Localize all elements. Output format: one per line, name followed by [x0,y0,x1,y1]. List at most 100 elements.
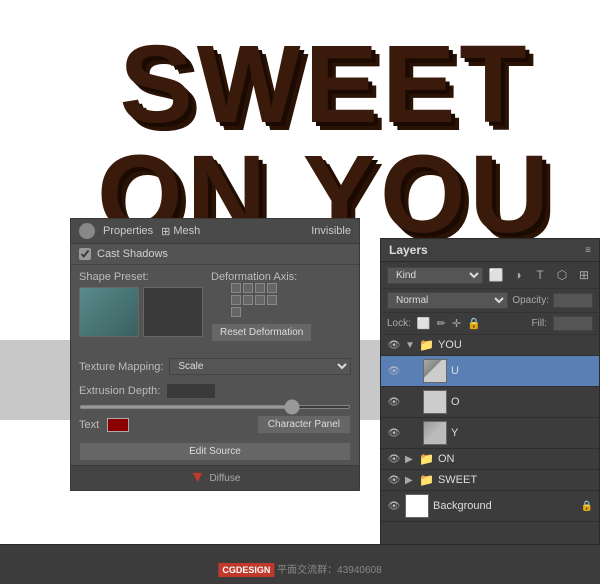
collapsed-arrow-icon[interactable]: ▶ [405,454,415,465]
layer-name: SWEET [438,474,593,486]
deform-dot [255,283,265,293]
eye-icon[interactable]: 👁 [387,499,401,513]
layers-filter-pixel-btn[interactable]: ⬜ [487,266,505,284]
shape-preview [80,288,138,336]
layer-y[interactable]: 👁 Y [381,418,599,449]
extrusion-depth-slider[interactable] [79,405,351,409]
shape-preset-box[interactable] [79,287,139,337]
layer-background[interactable]: 👁 Background 🔒 [381,491,599,522]
layer-name: Y [451,427,593,439]
shape-preset-label: Shape Preset: [79,271,203,283]
texture-mapping-row: Texture Mapping: Scale [71,354,359,379]
deform-dot [243,295,253,305]
layers-filter-type-btn[interactable]: T [531,266,549,284]
layer-name: O [451,396,593,408]
deform-dot [243,283,253,293]
layer-y-thumbnail [423,421,447,445]
layer-u-thumbnail [423,359,447,383]
texture-mapping-label: Texture Mapping: [79,361,163,373]
lock-brush-icon[interactable]: ✏ [437,317,446,330]
text-row: Text Character Panel [71,411,359,438]
deform-dot [231,295,241,305]
properties-bottom-bar: ▼ Diffuse [71,465,359,490]
layer-on-group[interactable]: 👁 ▶ 📁 ON [381,449,599,470]
diffuse-label: Diffuse [209,473,240,484]
opacity-label: Opacity: [512,295,549,306]
collapsed-arrow-icon[interactable]: ▶ [405,475,415,486]
expand-arrow-icon[interactable]: ▼ [405,340,415,351]
deformation-axis-label: Deformation Axis: [211,271,312,283]
layers-lock-row: Lock: ⬜ ✏ ✛ 🔒 Fill: 100% [381,313,599,335]
folder-icon: 📁 [419,473,434,487]
properties-icon [79,223,95,239]
layers-filter-adjust-btn[interactable]: ◑ [509,266,527,284]
canvas-sweet-text: SWEET ON YOU [50,30,600,250]
sweet-line: SWEET [50,30,600,140]
shape-preset-box2[interactable] [143,287,203,337]
eye-icon[interactable]: 👁 [387,338,401,352]
layer-background-thumbnail [405,494,429,518]
texture-mapping-select[interactable]: Scale [169,358,351,375]
properties-header: Properties ⊞ Mesh Invisible [71,219,359,244]
layer-o-thumbnail [423,390,447,414]
eye-icon[interactable]: 👁 [387,364,401,378]
deform-dot [255,295,265,305]
layers-expand-icon: ≡ [585,245,591,256]
character-panel-button[interactable]: Character Panel [257,415,351,434]
folder-icon: 📁 [419,452,434,466]
cgdesign-logo: CGDESIGN [218,563,274,577]
layer-lock-icon: 🔒 [581,501,593,512]
deform-dot [231,283,241,293]
layer-name: YOU [438,339,593,351]
eye-icon[interactable]: 👁 [387,452,401,466]
layers-toolbar: Kind ⬜ ◑ T ⬡ ⊞ [381,262,599,289]
deformation-grid [231,283,277,317]
layers-filter-smart-btn[interactable]: ⊞ [575,266,593,284]
layer-o[interactable]: 👁 O [381,387,599,418]
eye-icon[interactable]: 👁 [387,426,401,440]
lock-position-icon[interactable]: ✛ [452,317,461,330]
fill-input[interactable]: 100% [553,316,593,331]
fill-label: Fill: [531,318,547,329]
layers-header: Layers ≡ [381,239,599,262]
lock-label: Lock: [387,318,411,329]
layers-filter-shape-btn[interactable]: ⬡ [553,266,571,284]
cast-shadows-row: Cast Shadows [71,244,359,264]
invisible-button[interactable]: Invisible [311,225,351,237]
mesh-button[interactable]: ⊞ Mesh [161,225,200,238]
cast-shadows-label: Cast Shadows [97,248,168,260]
eye-icon[interactable]: 👁 [387,395,401,409]
watermark-text: 平面交流群：43940608 [277,565,382,576]
lock-transparent-icon[interactable]: ⬜ [417,317,431,330]
layer-name: Background [433,500,577,512]
layers-panel: Layers ≡ Kind ⬜ ◑ T ⬡ ⊞ Normal Opacity: … [380,238,600,578]
layers-blend-row: Normal Opacity: 100% [381,289,599,313]
shape-deform-section: Shape Preset: Deformation Axis: [71,264,359,354]
opacity-input[interactable]: 100% [553,293,593,308]
edit-source-button[interactable]: Edit Source [79,442,351,461]
deform-dot [267,295,277,305]
cast-shadows-checkbox[interactable] [79,248,91,260]
extrusion-depth-label: Extrusion Depth: [79,385,160,397]
folder-icon: 📁 [419,338,434,352]
properties-title: Properties [103,225,153,237]
layer-sweet-group[interactable]: 👁 ▶ 📁 SWEET [381,470,599,491]
layers-kind-select[interactable]: Kind [387,267,483,284]
blend-mode-select[interactable]: Normal [387,292,508,309]
layer-you-group[interactable]: 👁 ▼ 📁 YOU [381,335,599,356]
layer-u[interactable]: 👁 U [381,356,599,387]
deform-dot [231,307,241,317]
down-arrow-icon: ▼ [190,469,206,487]
lock-all-icon[interactable]: 🔒 [467,317,481,330]
mesh-icon: ⊞ [161,225,170,238]
reset-deformation-button[interactable]: Reset Deformation [211,323,312,342]
watermark: CGDESIGN 平面交流群：43940608 [218,561,381,576]
layers-title: Layers [389,243,428,257]
eye-icon[interactable]: 👁 [387,473,401,487]
mesh-label: Mesh [173,225,200,237]
extrusion-slider-container [71,403,359,411]
extrusion-depth-input[interactable]: 1920 [166,383,216,399]
layer-name: ON [438,453,593,465]
text-color-swatch[interactable] [107,418,129,432]
properties-panel: Properties ⊞ Mesh Invisible Cast Shadows… [70,218,360,491]
